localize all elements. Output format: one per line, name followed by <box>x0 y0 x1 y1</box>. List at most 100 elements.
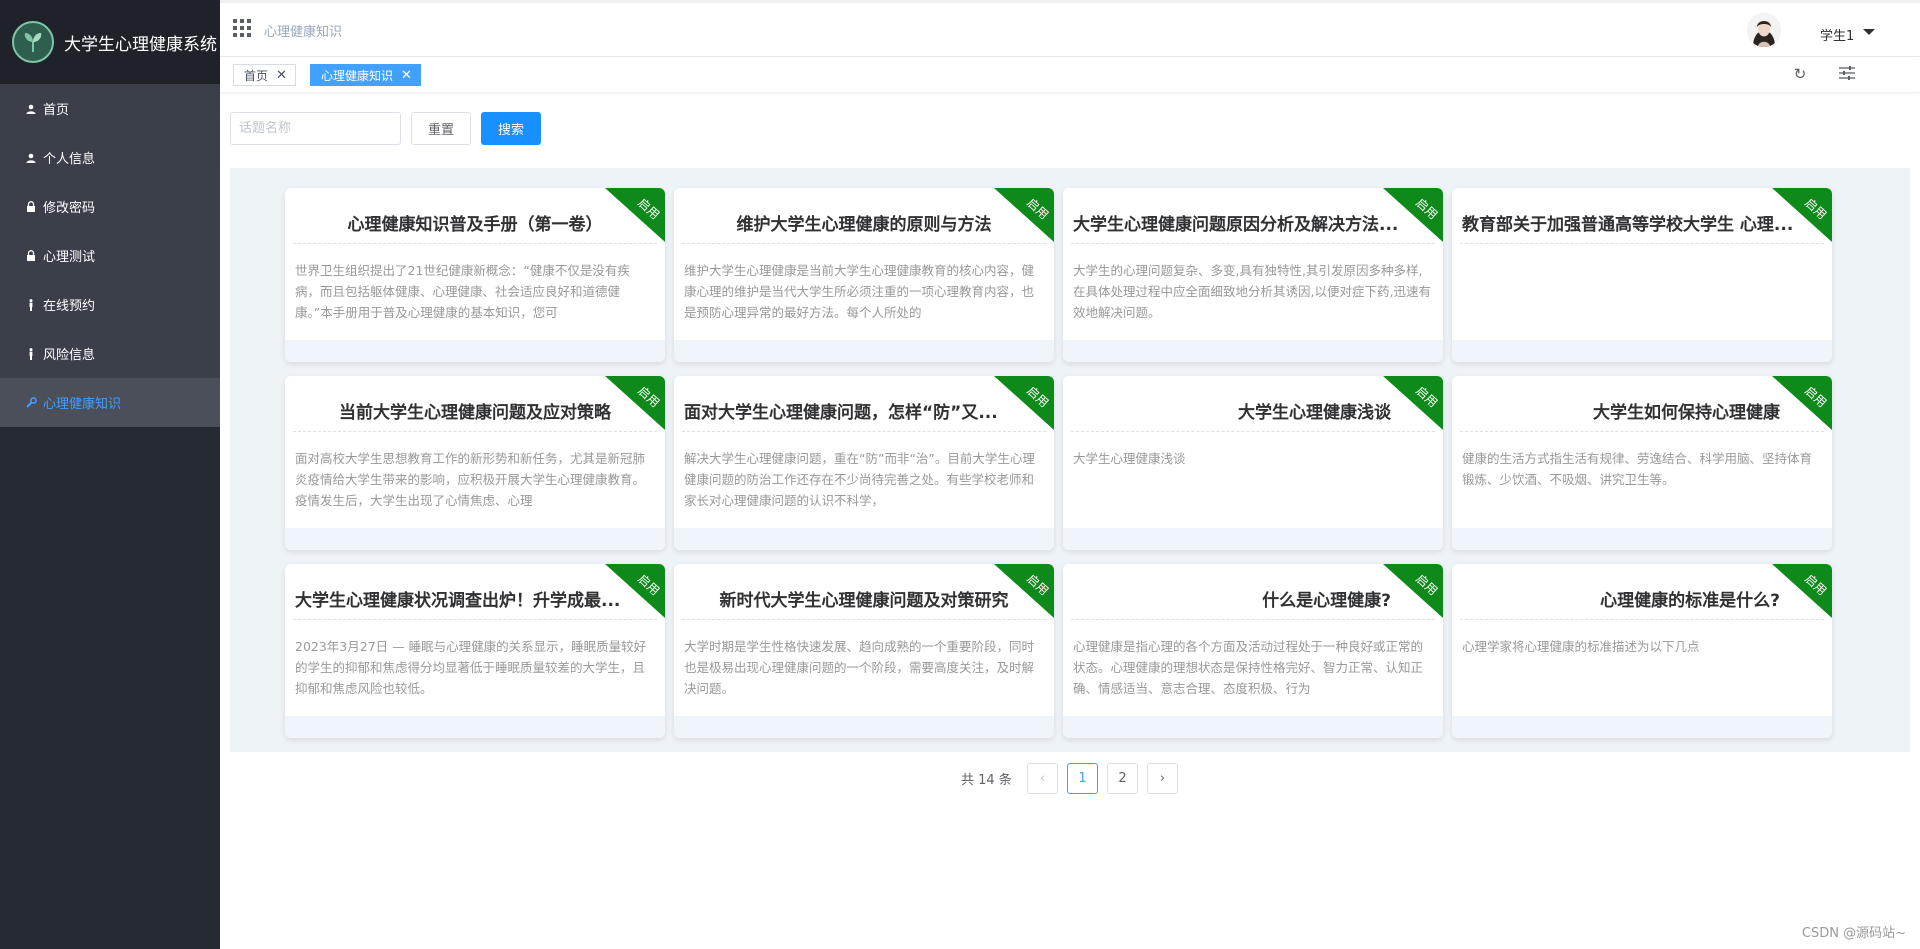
chevron-down-icon[interactable] <box>1863 29 1875 35</box>
card-divider <box>293 431 657 432</box>
avatar[interactable] <box>1747 13 1781 47</box>
card-description: 心理健康是指心理的各个方面及活动过程处于一种良好或正常的状态。心理健康的理想状态… <box>1073 639 1424 696</box>
lock-icon <box>25 201 37 213</box>
tag-home[interactable]: 首页 ✕ <box>233 64 296 86</box>
status-ribbon: 启用 <box>994 376 1054 430</box>
person-standing-icon <box>25 298 37 311</box>
apps-grid-icon[interactable] <box>233 19 251 37</box>
pagination-page-2[interactable]: 2 <box>1107 763 1138 794</box>
pagination-prev-button[interactable]: ‹ <box>1027 763 1058 794</box>
knowledge-card[interactable]: 当前大学生心理健康问题及应对策略 面对高校大学生思想教育工作的新形势和新任务，尤… <box>285 376 665 550</box>
settings-sliders-icon[interactable] <box>1838 65 1858 85</box>
sidebar-item-appointment[interactable]: 在线预约 <box>0 280 220 329</box>
app-title: 大学生心理健康系统 <box>64 34 217 55</box>
knowledge-card[interactable]: 新时代大学生心理健康问题及对策研究 大学时期是学生性格快速发展、趋向成熟的一个重… <box>674 564 1054 738</box>
status-ribbon: 启用 <box>605 564 665 618</box>
knowledge-card[interactable]: 教育部关于加强普通高等学校大学生 心理... 启用 <box>1452 188 1832 362</box>
card-description: 2023年3月27日 — 睡眠与心理健康的关系显示，睡眠质量较好的学生的抑郁和焦… <box>295 639 647 696</box>
pagination-next-button[interactable]: › <box>1147 763 1178 794</box>
close-icon[interactable]: ✕ <box>276 68 287 83</box>
card-title[interactable]: 大学生心理健康状况调查出炉！升学成最... <box>295 586 655 610</box>
card-divider <box>1460 243 1824 244</box>
card-description: 世界卫生组织提出了21世纪健康新概念：“健康不仅是没有疾病，而且包括躯体健康、心… <box>295 263 630 320</box>
person-standing-icon <box>25 347 37 360</box>
card-footer <box>285 340 665 362</box>
knowledge-card[interactable]: 什么是心理健康? 心理健康是指心理的各个方面及活动过程处于一种良好或正常的状态。… <box>1063 564 1443 738</box>
knowledge-card[interactable]: 面对大学生心理健康问题，怎样“防”又... 解决大学生心理健康问题，重在“防”而… <box>674 376 1054 550</box>
card-title[interactable]: 大学生心理健康浅谈 <box>1073 398 1433 422</box>
status-ribbon: 启用 <box>605 188 665 242</box>
status-ribbon: 启用 <box>1383 376 1443 430</box>
knowledge-card[interactable]: 心理健康知识普及手册（第一卷） 世界卫生组织提出了21世纪健康新概念：“健康不仅… <box>285 188 665 362</box>
card-divider <box>1071 243 1435 244</box>
topic-search-input[interactable] <box>230 112 401 145</box>
tag-mental-health-knowledge[interactable]: 心理健康知识 ✕ <box>310 64 421 86</box>
card-divider <box>1460 619 1824 620</box>
card-footer <box>285 528 665 550</box>
card-footer <box>674 528 1054 550</box>
knowledge-card-grid: 心理健康知识普及手册（第一卷） 世界卫生组织提出了21世纪健康新概念：“健康不仅… <box>230 168 1910 752</box>
card-title[interactable]: 当前大学生心理健康问题及应对策略 <box>295 398 655 422</box>
card-footer <box>1452 716 1832 738</box>
card-divider <box>682 243 1046 244</box>
card-title[interactable]: 新时代大学生心理健康问题及对策研究 <box>684 586 1044 610</box>
card-title[interactable]: 大学生心理健康问题原因分析及解决方法... <box>1073 210 1433 234</box>
status-ribbon: 启用 <box>1383 564 1443 618</box>
card-description: 解决大学生心理健康问题，重在“防”而非“治”。目前大学生心理健康问题的防治工作还… <box>684 451 1035 508</box>
knowledge-card[interactable]: 心理健康的标准是什么? 心理学家将心理健康的标准描述为以下几点 启用 <box>1452 564 1832 738</box>
card-divider <box>293 619 657 620</box>
search-button[interactable]: 搜索 <box>481 112 541 145</box>
sprout-logo-icon <box>12 21 54 63</box>
card-footer <box>285 716 665 738</box>
card-title[interactable]: 什么是心理健康? <box>1073 586 1433 610</box>
username[interactable]: 学生1 <box>1820 25 1854 44</box>
status-ribbon: 启用 <box>994 564 1054 618</box>
sidebar-menu: 首页 个人信息 修改密码 心理测试 在线预约 风险信息 心理健康知识 <box>0 84 220 427</box>
card-footer <box>674 340 1054 362</box>
card-divider <box>1071 619 1435 620</box>
knowledge-card[interactable]: 大学生心理健康状况调查出炉！升学成最... 2023年3月27日 — 睡眠与心理… <box>285 564 665 738</box>
close-icon[interactable]: ✕ <box>401 68 412 83</box>
refresh-icon[interactable]: ↻ <box>1790 65 1810 85</box>
card-title[interactable]: 心理健康知识普及手册（第一卷） <box>295 210 655 234</box>
card-title[interactable]: 大学生如何保持心理健康 <box>1462 398 1822 422</box>
sidebar-item-psych-test[interactable]: 心理测试 <box>0 231 220 280</box>
reset-button[interactable]: 重置 <box>411 112 471 145</box>
sidebar-item-label: 修改密码 <box>43 201 96 216</box>
card-footer <box>1063 716 1443 738</box>
card-description: 维护大学生心理健康是当前大学生心理健康教育的核心内容，健康心理的维护是当代大学生… <box>684 263 1035 320</box>
card-footer <box>1452 340 1832 362</box>
knowledge-card[interactable]: 大学生心理健康浅谈 大学生心理健康浅谈 启用 <box>1063 376 1443 550</box>
top-header: 心理健康知识 学生1 <box>220 0 1920 57</box>
status-ribbon: 启用 <box>1772 564 1832 618</box>
card-footer <box>674 716 1054 738</box>
card-title[interactable]: 面对大学生心理健康问题，怎样“防”又... <box>684 398 1044 422</box>
knowledge-card[interactable]: 大学生如何保持心理健康 健康的生活方式指生活有规律、劳逸结合、科学用脑、坚持体育… <box>1452 376 1832 550</box>
watermark: CSDN @源码站~ <box>1801 926 1906 941</box>
tag-label: 心理健康知识 <box>321 68 394 83</box>
status-ribbon: 启用 <box>1772 188 1832 242</box>
sidebar-item-home[interactable]: 首页 <box>0 84 220 133</box>
knowledge-card[interactable]: 大学生心理健康问题原因分析及解决方法... 大学生的心理问题复杂、多变,具有独特… <box>1063 188 1443 362</box>
card-description: 心理学家将心理健康的标准描述为以下几点 <box>1462 639 1700 654</box>
breadcrumb[interactable]: 心理健康知识 <box>264 21 342 40</box>
sidebar-item-mental-health-knowledge[interactable]: 心理健康知识 <box>0 378 220 427</box>
sidebar-item-profile[interactable]: 个人信息 <box>0 133 220 182</box>
card-title[interactable]: 心理健康的标准是什么? <box>1462 586 1822 610</box>
status-ribbon: 启用 <box>1383 188 1443 242</box>
card-title[interactable]: 教育部关于加强普通高等学校大学生 心理... <box>1462 210 1822 234</box>
knowledge-card[interactable]: 维护大学生心理健康的原则与方法 维护大学生心理健康是当前大学生心理健康教育的核心… <box>674 188 1054 362</box>
card-description: 大学时期是学生性格快速发展、趋向成熟的一个重要阶段，同时也是极易出现心理健康问题… <box>684 639 1035 696</box>
card-title[interactable]: 维护大学生心理健康的原则与方法 <box>684 210 1044 234</box>
card-divider <box>682 431 1046 432</box>
sidebar-item-label: 在线预约 <box>43 299 96 314</box>
sidebar-item-change-password[interactable]: 修改密码 <box>0 182 220 231</box>
card-description: 面对高校大学生思想教育工作的新形势和新任务，尤其是新冠肺炎疫情给大学生带来的影响… <box>295 451 646 508</box>
pagination-page-1[interactable]: 1 <box>1067 763 1098 794</box>
card-divider <box>1460 431 1824 432</box>
card-divider <box>1071 431 1435 432</box>
sidebar-item-risk-info[interactable]: 风险信息 <box>0 329 220 378</box>
sidebar-item-label: 心理测试 <box>43 250 96 265</box>
brand: 大学生心理健康系统 <box>0 0 220 84</box>
sidebar-item-label: 风险信息 <box>43 348 96 363</box>
